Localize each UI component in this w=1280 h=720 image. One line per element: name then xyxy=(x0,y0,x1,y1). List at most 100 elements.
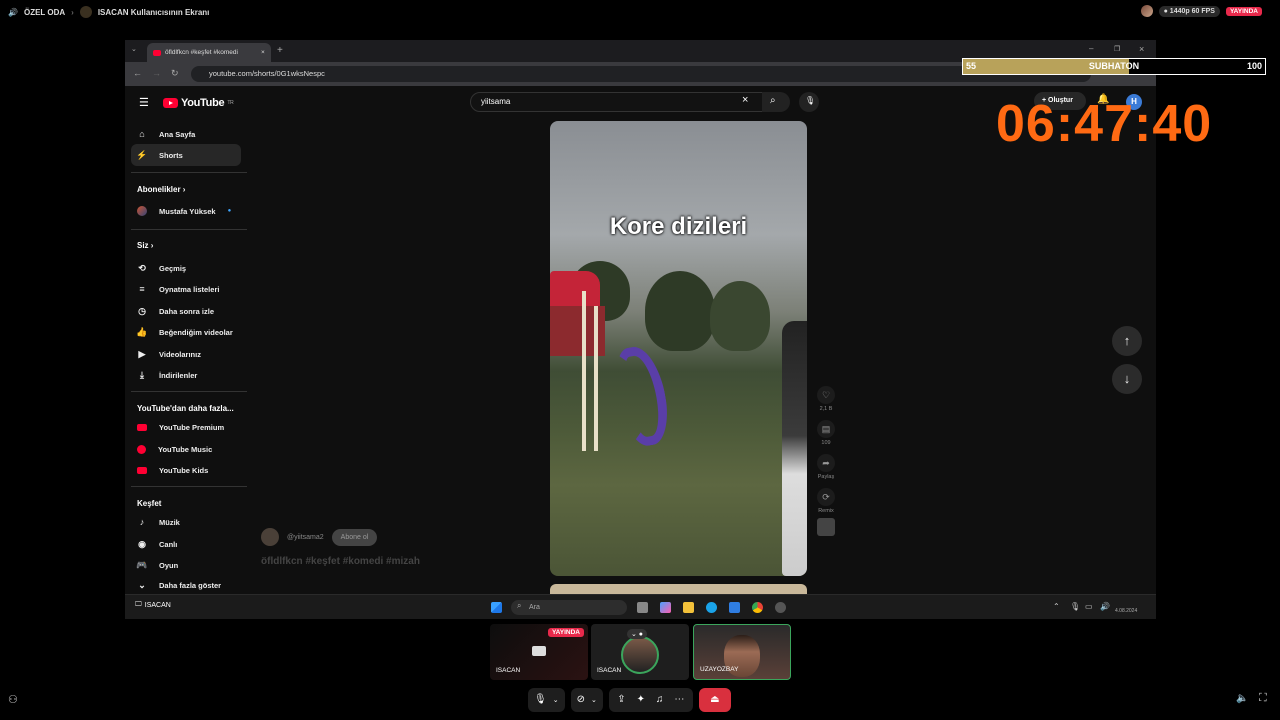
close-window-icon[interactable]: × xyxy=(1139,44,1144,54)
sidebar-item-your-videos[interactable]: ▶ Videolarınız xyxy=(131,343,241,365)
chevron-down-icon[interactable]: ⌄ xyxy=(591,696,597,704)
task-view-icon[interactable] xyxy=(637,602,648,613)
chevron-down-icon[interactable]: ⌄ xyxy=(553,696,559,704)
more-options-icon[interactable]: ⋯ xyxy=(674,694,684,705)
channel-row: @yiitsama2 Abone ol xyxy=(261,528,378,546)
sidebar-item-shorts[interactable]: ⚡ Shorts xyxy=(131,144,241,166)
reload-icon[interactable]: ↻ xyxy=(171,68,179,79)
participant-avatar xyxy=(621,636,659,674)
history-icon: ⟲ xyxy=(138,262,146,273)
sidebar-item-kids[interactable]: YouTube Kids xyxy=(131,459,241,481)
taskbar-search-input[interactable]: Ara xyxy=(511,600,627,615)
leave-call-button[interactable]: ⏏ xyxy=(698,687,731,712)
explore-heading: Keşfet xyxy=(137,499,162,508)
clear-search-icon[interactable]: × xyxy=(742,94,748,106)
sidebar-item-home[interactable]: ⌂ Ana Sayfa xyxy=(131,123,241,145)
sidebar-item-live[interactable]: ◉ Canlı xyxy=(131,533,241,555)
microphone-button[interactable]: 🎙 ⌄ xyxy=(528,687,565,712)
invite-icon[interactable]: ⚇ xyxy=(8,693,18,706)
home-icon: ⌂ xyxy=(139,129,145,139)
windows-taskbar: 🖵 ISACAN Ara ⌕ ⌃ 🎙 ▭ 🔊 4.08.2024 xyxy=(125,594,1156,619)
like-icon[interactable]: ♡ xyxy=(817,386,835,404)
channel-avatar[interactable] xyxy=(261,528,279,546)
edge-browser-icon[interactable] xyxy=(706,602,717,613)
tab-list-icon[interactable]: ⌄ xyxy=(131,45,137,53)
tray-chevron-up-icon[interactable]: ⌃ xyxy=(1053,602,1060,611)
activities-icon[interactable]: ✦ xyxy=(637,694,645,705)
tray-volume-icon[interactable]: 🔊 xyxy=(1100,602,1110,611)
sidebar-item-music[interactable]: YouTube Music xyxy=(131,438,241,460)
sidebar-item-premium[interactable]: YouTube Premium xyxy=(131,416,241,438)
remix-icon[interactable]: ⟳ xyxy=(817,488,835,506)
quality-pill: ● 1440p 60 FPS xyxy=(1158,5,1220,17)
store-icon[interactable] xyxy=(729,602,740,613)
sidebar-item-playlists[interactable]: ≡ Oynatma listeleri xyxy=(131,278,241,300)
search-button[interactable]: ⌕ xyxy=(762,92,790,112)
clock-icon: ◷ xyxy=(138,305,146,316)
share-icon[interactable]: ➦ xyxy=(817,454,835,472)
sidebar-item-subscription[interactable]: Mustafa Yüksek ● xyxy=(131,200,241,222)
video-title[interactable]: öfldlfkcn #keşfet #komedi #mizah xyxy=(261,556,420,567)
sidebar-item-music-category[interactable]: ♪ Müzik xyxy=(131,511,241,533)
search-icon: ⌕ xyxy=(517,601,522,610)
close-tab-icon[interactable]: × xyxy=(261,49,265,56)
sidebar-item-downloads[interactable]: ⤓ İndirilenler xyxy=(131,364,241,386)
settings-icon[interactable] xyxy=(775,602,786,613)
channel-name[interactable]: @yiitsama2 xyxy=(287,534,324,541)
next-video-button[interactable]: ↓ xyxy=(1112,364,1142,394)
leave-screen-icon: ⏏ xyxy=(710,694,720,705)
sound-thumbnail[interactable] xyxy=(817,518,835,536)
room-name[interactable]: ÖZEL ODA xyxy=(24,8,65,17)
chrome-icon[interactable] xyxy=(752,602,763,613)
screen-share-icon[interactable]: ⇪ xyxy=(617,694,625,705)
url-input[interactable]: youtube.com/shorts/0G1wksNespc xyxy=(191,66,1091,82)
sidebar-label: Canlı xyxy=(159,539,178,549)
windows-start-icon[interactable] xyxy=(491,602,502,613)
sidebar-item-watch-later[interactable]: ◷ Daha sonra izle xyxy=(131,300,241,322)
previous-video-button[interactable]: ↑ xyxy=(1112,326,1142,356)
comment-icon[interactable]: ▤ xyxy=(817,420,835,438)
playground-post xyxy=(594,306,598,451)
participant-name: ISACAN xyxy=(496,667,521,674)
tray-mic-icon[interactable]: 🎙 xyxy=(1070,602,1080,611)
chevron-down-icon[interactable]: ⌄ ● xyxy=(627,629,648,639)
voice-search-button[interactable]: 🎙 xyxy=(799,92,819,112)
copilot-icon[interactable] xyxy=(660,602,671,613)
soundboard-icon[interactable]: ♫ xyxy=(656,694,664,705)
like-count: 2,1 B xyxy=(819,406,833,412)
subscribe-button[interactable]: Abone ol xyxy=(331,528,378,546)
sidebar-item-liked[interactable]: 👍 Beğendiğim videolar xyxy=(131,321,241,343)
sidebar-item-gaming[interactable]: 🎮 Oyun xyxy=(131,554,241,576)
you-heading[interactable]: Siz › xyxy=(137,241,153,250)
fullscreen-icon[interactable]: ⛶ xyxy=(1259,692,1267,705)
taskbar-date[interactable]: 4.08.2024 xyxy=(1115,608,1137,614)
speaker-icon: 🔊 xyxy=(8,7,18,17)
search-input[interactable]: yiitsama xyxy=(470,92,788,112)
shorts-video[interactable]: Kore dizileri xyxy=(550,121,807,576)
divider xyxy=(131,172,247,173)
sidebar-label: YouTube Premium xyxy=(159,422,225,432)
tree xyxy=(710,281,770,351)
user-label: ISACAN xyxy=(144,601,171,609)
sidebar-item-history[interactable]: ⟲ Geçmiş xyxy=(131,257,241,279)
camera-button[interactable]: ⊘ ⌄ xyxy=(570,687,603,712)
next-video-preview[interactable] xyxy=(550,584,807,594)
subscriptions-heading[interactable]: Abonelikler › xyxy=(137,185,185,194)
file-explorer-icon[interactable] xyxy=(683,602,694,613)
gamepad-icon: 🎮 xyxy=(136,559,148,570)
tray-display-icon[interactable]: ▭ xyxy=(1085,602,1093,611)
participant-tile-screen[interactable]: YAYINDA ISACAN xyxy=(490,624,588,680)
browser-tab[interactable]: öfldlfkcn #keşfet #komedi × xyxy=(147,43,271,62)
minimize-icon[interactable]: – xyxy=(1089,44,1093,53)
forward-icon[interactable]: → xyxy=(152,68,161,78)
sidebar-item-show-more[interactable]: ⌄ Daha fazla göster xyxy=(131,576,241,594)
participant-tile-camera[interactable]: UZAYOZBAY xyxy=(693,624,791,680)
participant-name: ISACAN xyxy=(597,667,622,674)
microphone-icon: 🎙 xyxy=(805,96,816,105)
restore-icon[interactable]: ❐ xyxy=(1114,45,1120,53)
volume-icon[interactable]: 🔈 xyxy=(1236,693,1248,704)
participant-tile-avatar[interactable]: ⌄ ● ISACAN xyxy=(591,624,689,680)
new-tab-icon[interactable]: + xyxy=(277,45,283,56)
back-icon[interactable]: ← xyxy=(133,68,142,78)
playlist-icon: ≡ xyxy=(139,284,145,294)
